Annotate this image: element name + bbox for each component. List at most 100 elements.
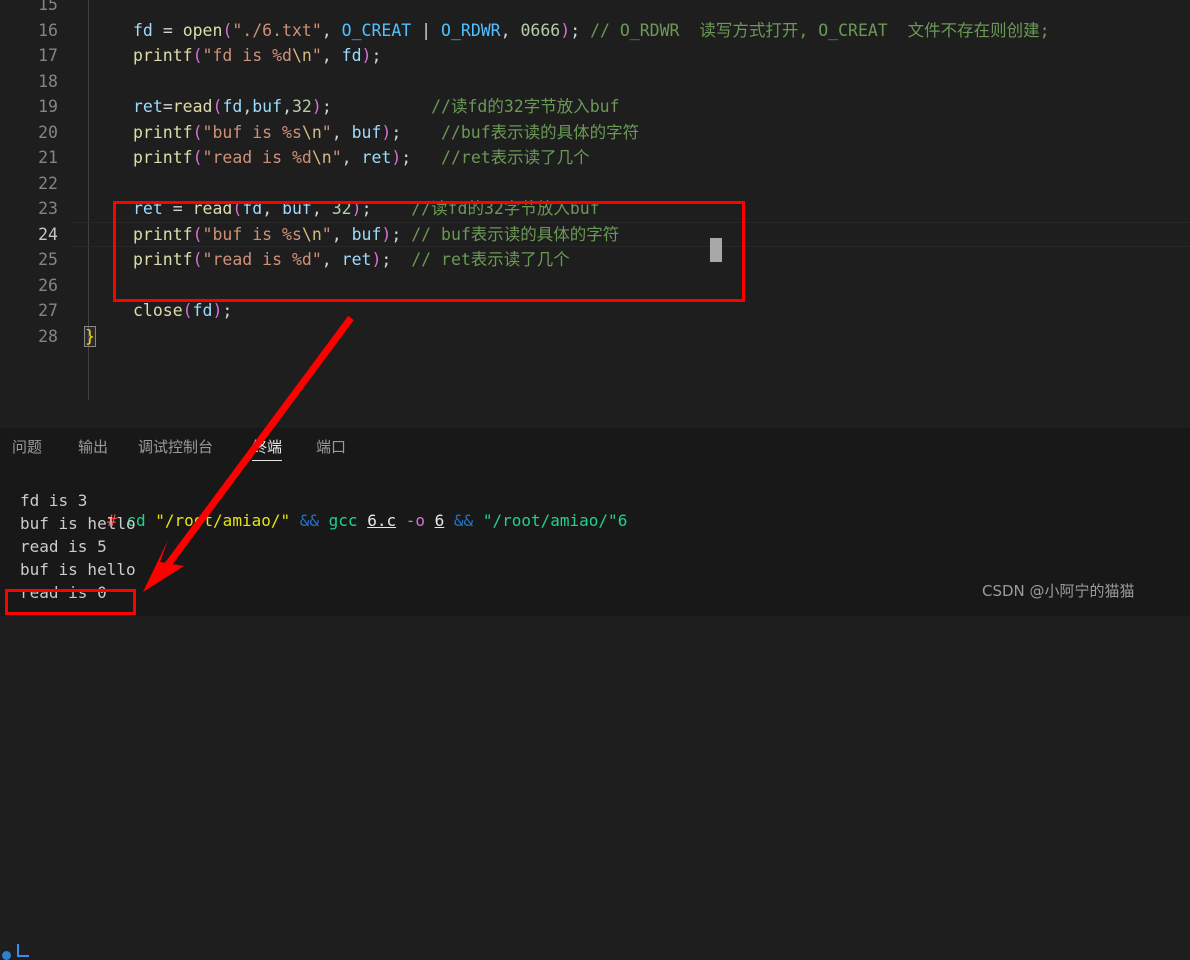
code-token: ret (133, 97, 163, 116)
code-token: ; (401, 148, 442, 167)
editor-horizontal-scrollbar-track[interactable] (72, 406, 1190, 422)
code-token: "fd is %d (202, 46, 292, 65)
code-line[interactable]: 17 printf("fd is %d\n", fd); (0, 43, 1190, 69)
line-number: 17 (38, 46, 58, 65)
code-line[interactable]: 22 (0, 171, 1190, 197)
code-line[interactable]: 21 printf("read is %d\n", ret); //ret表示读了… (0, 145, 1190, 171)
code-line[interactable]: 16 fd = open("./6.txt", O_CREAT | O_RDWR,… (0, 18, 1190, 44)
terminal-status-dot (2, 951, 11, 960)
line-number: 22 (38, 173, 58, 193)
code-token: printf (133, 46, 193, 65)
line-number: 26 (38, 275, 58, 295)
code-token: O_RDWR (441, 20, 501, 40)
code-token: \n (291, 46, 312, 65)
red-highlight-box-code (113, 201, 745, 302)
code-token: " (321, 122, 332, 142)
code-token: fd (341, 46, 362, 65)
code-token: " (311, 46, 322, 65)
code-token: } (84, 325, 96, 347)
code-text: printf("buf is %s\n", buf); //buf表示读的具体的… (133, 120, 639, 146)
terminal-line: read is 5 (0, 536, 1190, 558)
code-token: //buf表示读的具体的字符 (441, 122, 640, 142)
code-token: ret (361, 148, 392, 167)
code-line-partial: 15 (0, 0, 1190, 18)
code-token: = (162, 97, 173, 116)
code-line[interactable]: 20 printf("buf is %s\n", buf); //buf表示读的具… (0, 120, 1190, 146)
line-number: 18 (38, 71, 58, 91)
code-line[interactable]: 18 (0, 69, 1190, 95)
panel-tab-4[interactable]: 端口 (316, 428, 346, 466)
panel-tab-label: 端口 (316, 438, 347, 456)
code-token: buf (351, 122, 382, 142)
terminal-line-text: buf is hello (20, 560, 136, 579)
panel-tab-label: 问题 (12, 438, 43, 456)
line-number: 15 (38, 0, 58, 14)
terminal-line: buf is hello (0, 559, 1190, 581)
terminal-line: buf is hello (0, 513, 1190, 535)
code-token: ; (321, 97, 432, 116)
code-token: ( (192, 46, 203, 65)
panel-tab-3[interactable]: 终端 (252, 428, 283, 466)
code-token: 32 (292, 97, 312, 116)
line-number: 27 (38, 301, 58, 320)
line-number: 20 (38, 122, 58, 142)
line-number: 21 (38, 148, 58, 167)
line-number: 24 (38, 224, 58, 244)
terminal-line-text: buf is hello (20, 514, 136, 533)
panel-tab-2[interactable]: 调试控制台 (138, 428, 213, 466)
line-number: 16 (38, 20, 58, 40)
code-token: fd (192, 301, 213, 320)
terminal-line-text: fd is 3 (20, 491, 88, 510)
code-token: ) (311, 97, 322, 116)
panel-tab-1[interactable]: 输出 (78, 428, 108, 466)
code-token: // O_RDWR 读写方式打开, O_CREAT 文件不存在则创建; (590, 20, 1050, 40)
code-token: printf (133, 122, 193, 142)
code-token: \n (301, 122, 322, 142)
code-line[interactable]: 28} (0, 324, 1190, 350)
code-token: \n (311, 148, 332, 167)
code-token: , (341, 148, 362, 167)
code-text: printf("fd is %d\n", fd); (133, 43, 381, 69)
code-token: ) (361, 46, 372, 65)
code-token: , (321, 20, 342, 40)
code-token: ( (222, 20, 233, 40)
terminal-line: fd is 3 (0, 490, 1190, 512)
code-token: ; (391, 122, 441, 142)
code-token: "./6.txt" (232, 20, 322, 40)
code-text: fd = open("./6.txt", O_CREAT | O_RDWR, 0… (133, 18, 1050, 44)
code-token: ) (391, 148, 402, 167)
code-token: , (242, 97, 253, 116)
panel-tab-bar[interactable]: 问题 输出 调试控制台 终端 端口 (0, 428, 1190, 466)
terminal-command-line: # cd "/root/amiao/" && gcc 6.c -o 6 && "… (0, 466, 1190, 530)
code-token: ) (560, 20, 571, 40)
code-text: } (84, 324, 96, 350)
code-token: ( (192, 148, 203, 167)
code-token: , (282, 97, 292, 116)
code-token: ; (222, 301, 233, 320)
code-token: , (331, 122, 352, 142)
code-token: //ret表示读了几个 (441, 148, 590, 167)
code-token: ; (371, 46, 382, 65)
red-highlight-box-terminal (5, 589, 136, 615)
panel-tab-0[interactable]: 问题 (12, 428, 42, 466)
code-token: | (411, 20, 442, 40)
code-line[interactable]: 19 ret=read(fd,buf,32); //读fd的32字节放入buf (0, 94, 1190, 120)
code-token: fd (133, 20, 163, 40)
code-token: = (162, 20, 183, 40)
code-text: printf("read is %d\n", ret); //ret表示读了几个 (133, 145, 590, 171)
code-token: open (182, 20, 223, 40)
code-token: printf (133, 148, 193, 167)
code-text: ret=read(fd,buf,32); //读fd的32字节放入buf (133, 94, 620, 120)
code-token: ( (192, 122, 203, 142)
code-token: " (331, 148, 342, 167)
terminal-prompt-corner-icon (17, 944, 29, 957)
code-token: ; (570, 20, 591, 40)
code-token: , (500, 20, 521, 40)
code-token: //读fd的32字节放入buf (431, 97, 620, 116)
line-number: 28 (38, 326, 58, 346)
code-token: , (321, 46, 342, 65)
line-number: 23 (38, 199, 58, 218)
code-token: close (133, 301, 183, 320)
terminal-line-text: read is 5 (20, 537, 107, 556)
code-token: fd (222, 97, 243, 116)
